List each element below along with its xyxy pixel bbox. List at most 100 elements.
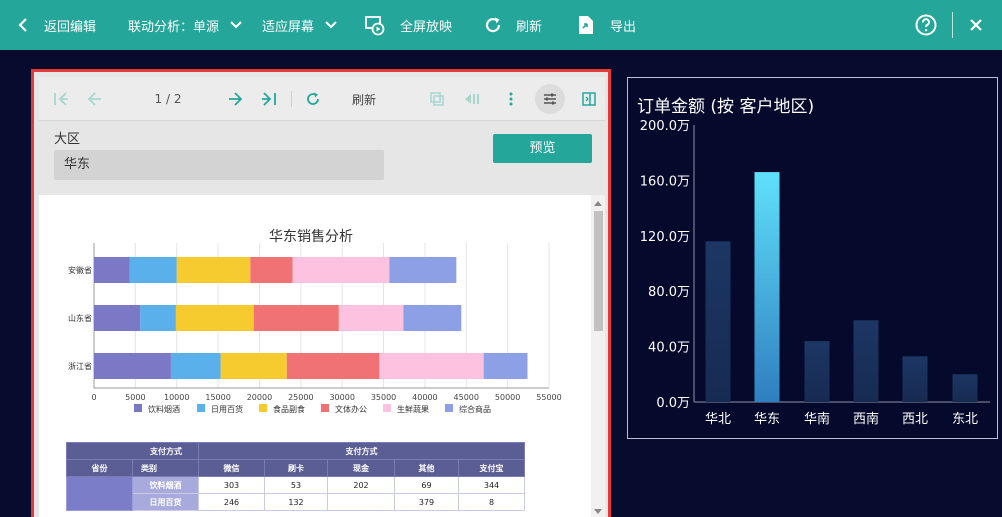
help-button[interactable] bbox=[915, 0, 937, 50]
parameter-panel: 大区 华东 预览 bbox=[39, 122, 605, 194]
category-cell: 饮料烟酒 bbox=[132, 476, 199, 494]
x-category-label: 西北 bbox=[902, 412, 928, 427]
value-cell: 53 bbox=[264, 476, 328, 494]
x-tick-label: 15000 bbox=[205, 393, 230, 402]
settings-sliders-icon[interactable] bbox=[535, 84, 565, 114]
legend-swatch bbox=[445, 404, 453, 412]
value-cell: 344 bbox=[458, 476, 525, 494]
bar-segment bbox=[94, 257, 130, 283]
corner-top-label: 支付方式 bbox=[66, 442, 199, 460]
bar-segment bbox=[389, 257, 457, 283]
x-tick-label: 0 bbox=[91, 393, 96, 402]
bar-segment bbox=[170, 353, 221, 379]
toolbar-separator bbox=[291, 91, 292, 107]
corner-left-label: 省份 bbox=[66, 459, 133, 477]
next-page-icon[interactable] bbox=[223, 77, 247, 121]
more-options-icon[interactable] bbox=[501, 77, 521, 121]
copy-icon[interactable] bbox=[425, 77, 449, 121]
sales-stacked-bar-chart: 0 5000 10000 15000 20000 25000 30000 35000 40000… bbox=[68, 243, 562, 414]
region-param-input[interactable]: 华东 bbox=[54, 150, 384, 180]
value-cell: 69 bbox=[394, 476, 459, 494]
x-tick-label: 20000 bbox=[247, 393, 272, 402]
group-header: 支付方式 bbox=[198, 442, 525, 460]
scroll-up-arrow-icon[interactable] bbox=[594, 201, 602, 206]
fullscreen-label: 全屏放映 bbox=[400, 19, 453, 35]
back-button[interactable]: 返回编辑 bbox=[18, 0, 96, 50]
legend-label: 文体办公 bbox=[335, 404, 367, 414]
legend-swatch bbox=[321, 404, 329, 412]
value-cell: 379 bbox=[394, 493, 459, 511]
x-category-label: 华南 bbox=[804, 411, 830, 427]
vertical-scrollbar[interactable] bbox=[591, 195, 605, 517]
bar-segment bbox=[403, 305, 462, 331]
bar-segment bbox=[379, 353, 484, 379]
column-header: 现金 bbox=[327, 459, 395, 477]
legend-swatch bbox=[134, 404, 142, 412]
value-cell: 202 bbox=[327, 476, 395, 494]
region-bar bbox=[952, 374, 978, 402]
refresh-icon bbox=[484, 16, 502, 34]
x-tick-label: 10000 bbox=[164, 393, 189, 402]
column-header: 其他 bbox=[394, 459, 459, 477]
slideshow-icon[interactable] bbox=[459, 77, 485, 121]
x-tick-label: 5000 bbox=[125, 393, 145, 402]
fullscreen-play-icon bbox=[364, 14, 386, 36]
x-category-label: 华东 bbox=[754, 412, 780, 427]
bar-segment bbox=[253, 305, 339, 331]
y-tick-label: 200.0万 bbox=[640, 119, 690, 134]
page-indicator: 1 / 2 bbox=[154, 92, 182, 106]
chevron-left-icon bbox=[18, 18, 28, 32]
chevron-down-icon bbox=[229, 20, 243, 30]
bar-segment bbox=[338, 305, 404, 331]
value-cell: 8 bbox=[458, 493, 525, 511]
province-cell bbox=[66, 476, 133, 511]
previous-page-icon[interactable] bbox=[83, 77, 107, 121]
bar-segment bbox=[292, 257, 390, 283]
y-category-label: 安徽省 bbox=[68, 265, 92, 275]
last-page-icon[interactable] bbox=[257, 77, 281, 121]
refresh-button[interactable]: 刷新 bbox=[484, 0, 542, 50]
close-icon bbox=[969, 18, 983, 32]
y-tick-label: 160.0万 bbox=[640, 174, 690, 189]
category-cell: 日用百货 bbox=[132, 493, 199, 511]
region-param-label: 大区 bbox=[54, 132, 81, 147]
export-label: 导出 bbox=[610, 19, 637, 35]
bar-segment bbox=[94, 353, 171, 379]
bar-segment bbox=[176, 257, 251, 283]
help-icon bbox=[915, 14, 937, 36]
export-button[interactable]: 导出 bbox=[578, 0, 636, 50]
first-page-icon[interactable] bbox=[49, 77, 73, 121]
report-panel: 1 / 2 刷新 大区 华东 预览 华东销售分析 0 5000 10000 15… bbox=[31, 69, 611, 517]
bar-segment bbox=[220, 353, 287, 379]
x-category-label: 华北 bbox=[705, 412, 731, 427]
report-refresh-button[interactable]: 刷新 bbox=[339, 77, 389, 121]
fullscreen-button[interactable]: 全屏放映 bbox=[364, 0, 452, 50]
bar-segment bbox=[286, 353, 380, 379]
pivot-table: 支付方式 支付方式 省份 类别 微信 刷卡 现金 其他 支付宝 饮料烟酒 303… bbox=[66, 442, 525, 511]
scroll-down-arrow-icon[interactable] bbox=[594, 509, 602, 514]
legend-label: 食品副食 bbox=[273, 404, 305, 414]
region-bar bbox=[804, 341, 830, 402]
bar-segment bbox=[175, 305, 254, 331]
value-cell: 303 bbox=[198, 476, 265, 494]
x-category-label: 西南 bbox=[853, 411, 879, 427]
close-button[interactable] bbox=[969, 0, 983, 50]
bar-segment bbox=[250, 257, 293, 283]
y-tick-label: 0.0万 bbox=[656, 396, 690, 411]
table-row: 饮料烟酒 303 53 202 69 344 bbox=[66, 476, 525, 511]
scroll-thumb[interactable] bbox=[594, 211, 603, 331]
legend-swatch bbox=[383, 404, 391, 412]
corner-mid-label: 类别 bbox=[132, 459, 199, 477]
report-canvas: 华东销售分析 0 5000 10000 15000 20000 25000 30000 350… bbox=[39, 195, 605, 517]
column-header: 刷卡 bbox=[264, 459, 328, 477]
region-bar bbox=[754, 172, 780, 402]
panel-toggle-icon[interactable] bbox=[577, 77, 601, 121]
preview-button[interactable]: 预览 bbox=[493, 134, 592, 163]
column-header: 微信 bbox=[198, 459, 265, 477]
linkage-dropdown[interactable]: 联动分析：单源 bbox=[128, 0, 243, 50]
y-category-label: 浙江省 bbox=[68, 361, 92, 371]
reload-icon[interactable] bbox=[301, 77, 325, 121]
report-toolbar: 1 / 2 刷新 bbox=[39, 77, 605, 121]
fit-screen-dropdown[interactable]: 适应屏幕 bbox=[262, 0, 338, 50]
linkage-label: 联动分析：单源 bbox=[128, 19, 220, 35]
